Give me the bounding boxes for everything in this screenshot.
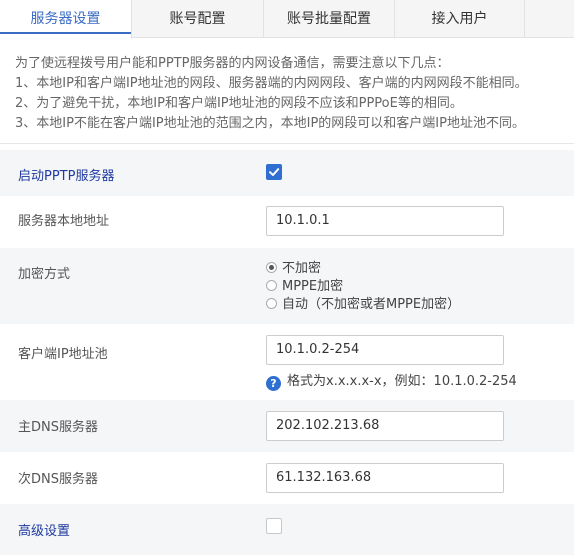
primary-dns-input[interactable]: 202.102.213.68 <box>266 411 504 441</box>
notice-line: 3、本地IP不能在客户端IP地址池的范围之内，本地IP的网段可以和客户端IP地址… <box>15 116 525 131</box>
advanced-label: 高级设置 <box>18 524 71 539</box>
notice-text: 为了使远程拨号用户能和PPTP服务器的内网设备通信，需要注意以下几点： 1、本地… <box>15 54 570 134</box>
encryption-option-none[interactable]: 不加密 <box>266 260 321 277</box>
tab-server-settings[interactable]: 服务器设置 <box>0 0 132 39</box>
ip-pool-hint-text: 格式为x.x.x.x-x，例如：10.1.0.2-254 <box>287 374 517 389</box>
local-ip-label: 服务器本地地址 <box>18 214 110 229</box>
advanced-row: 高级设置 <box>0 504 574 555</box>
secondary-dns-row: 次DNS服务器 61.132.163.68 <box>0 452 574 504</box>
encryption-option-label: 不加密 <box>282 261 322 276</box>
tab-account-config[interactable]: 账号配置 <box>132 0 264 38</box>
primary-dns-label: 主DNS服务器 <box>18 420 98 435</box>
primary-dns-row: 主DNS服务器 202.102.213.68 <box>0 400 574 452</box>
tab-connected-users[interactable]: 接入用户 <box>395 0 525 38</box>
advanced-checkbox[interactable] <box>266 518 282 534</box>
secondary-dns-label: 次DNS服务器 <box>18 472 98 487</box>
encryption-row: 加密方式 不加密 MPPE加密 自动（不加密或者MPPE加密） <box>0 248 574 324</box>
encryption-option-mppe[interactable]: MPPE加密 <box>266 278 343 295</box>
secondary-dns-input[interactable]: 61.132.163.68 <box>266 463 504 493</box>
tab-bar: 服务器设置 账号配置 账号批量配置 接入用户 <box>0 0 574 39</box>
encryption-option-label: MPPE加密 <box>282 279 344 294</box>
radio-icon <box>266 262 277 273</box>
enable-pptp-label: 启动PPTP服务器 <box>18 169 115 184</box>
local-ip-row: 服务器本地地址 10.1.0.1 <box>0 196 574 248</box>
question-circle-icon: ? <box>266 376 281 391</box>
encryption-option-label: 自动（不加密或者MPPE加密） <box>282 297 461 312</box>
ip-pool-hint: ? 格式为x.x.x.x-x，例如：10.1.0.2-254 <box>266 373 517 391</box>
enable-pptp-checkbox[interactable] <box>266 164 282 180</box>
notice-line: 为了使远程拨号用户能和PPTP服务器的内网设备通信，需要注意以下几点： <box>15 56 450 71</box>
radio-icon <box>266 298 277 309</box>
notice-line: 1、本地IP和客户端IP地址池的网段、服务器端的内网网段、客户端的内网网段不能相… <box>15 76 528 91</box>
ip-pool-input[interactable]: 10.1.0.2-254 <box>266 335 504 365</box>
notice-line: 2、为了避免干扰，本地IP和客户端IP地址池的网段不应该和PPPoE等的相同。 <box>15 96 463 111</box>
local-ip-input[interactable]: 10.1.0.1 <box>266 206 504 236</box>
ip-pool-label: 客户端IP地址池 <box>18 347 108 362</box>
divider <box>0 143 574 144</box>
tab-batch-account-config[interactable]: 账号批量配置 <box>264 0 395 38</box>
encryption-label: 加密方式 <box>18 267 71 282</box>
encryption-option-auto[interactable]: 自动（不加密或者MPPE加密） <box>266 296 460 313</box>
checkmark-icon <box>269 168 280 176</box>
radio-icon <box>266 280 277 291</box>
enable-pptp-row: 启动PPTP服务器 <box>0 150 574 196</box>
